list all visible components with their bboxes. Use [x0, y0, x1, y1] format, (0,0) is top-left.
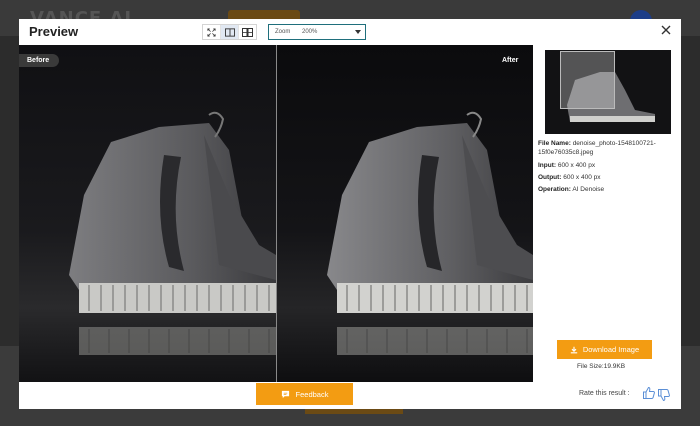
side-by-side-icon	[242, 27, 253, 37]
before-label: Before	[19, 54, 60, 67]
operation-row: Operation: AI Denoise	[538, 185, 678, 194]
info-panel: File Name: denoise_photo-1548100721-15f0…	[533, 45, 681, 382]
output-value: 600 x 400 px	[563, 174, 601, 181]
file-name-row: File Name: denoise_photo-1548100721-15f0…	[538, 139, 678, 157]
image-compare-area[interactable]: Before After	[19, 45, 533, 382]
chat-icon	[281, 390, 289, 398]
rate-label: Rate this result :	[579, 390, 630, 397]
chevron-down-icon	[355, 30, 361, 34]
file-size: File Size:19.9KB	[577, 363, 626, 370]
operation-value: AI Denoise	[572, 186, 605, 193]
fullscreen-button[interactable]	[203, 25, 221, 39]
modal-title: Preview	[29, 24, 79, 39]
input-label: Input:	[538, 162, 557, 169]
thumbs-down-icon[interactable]	[657, 388, 671, 402]
split-view-button[interactable]	[221, 25, 239, 39]
modal-header: Preview Zoom 200%	[19, 19, 681, 45]
zoom-value: 200%	[302, 29, 318, 35]
thumbnail-navigator[interactable]	[545, 50, 671, 134]
feedback-label: Feedback	[295, 389, 329, 399]
download-label: Download Image	[582, 345, 640, 354]
input-value: 600 x 400 px	[557, 162, 596, 169]
after-label: After	[502, 57, 519, 64]
download-image-button[interactable]: Download Image	[557, 340, 652, 359]
feedback-button[interactable]: Feedback	[256, 383, 353, 405]
zoom-label: Zoom	[275, 29, 291, 35]
close-icon[interactable]	[659, 23, 673, 37]
after-image	[277, 45, 533, 382]
input-row: Input: 600 x 400 px	[538, 161, 678, 170]
thumbnail-viewport[interactable]	[560, 51, 615, 109]
fullscreen-icon	[207, 27, 216, 37]
zoom-select[interactable]: Zoom 200%	[268, 24, 366, 40]
output-row: Output: 600 x 400 px	[538, 173, 678, 182]
before-image	[19, 45, 276, 382]
view-mode-group	[202, 24, 257, 40]
side-by-side-button[interactable]	[239, 25, 256, 39]
thumbs-up-icon[interactable]	[642, 386, 656, 400]
download-icon	[570, 346, 578, 353]
split-view-icon	[224, 27, 235, 37]
file-name-label: File Name:	[538, 140, 571, 147]
preview-modal: Preview Zoom 200% Before After File Name…	[19, 19, 681, 409]
output-label: Output:	[538, 174, 562, 181]
operation-label: Operation:	[538, 186, 571, 193]
